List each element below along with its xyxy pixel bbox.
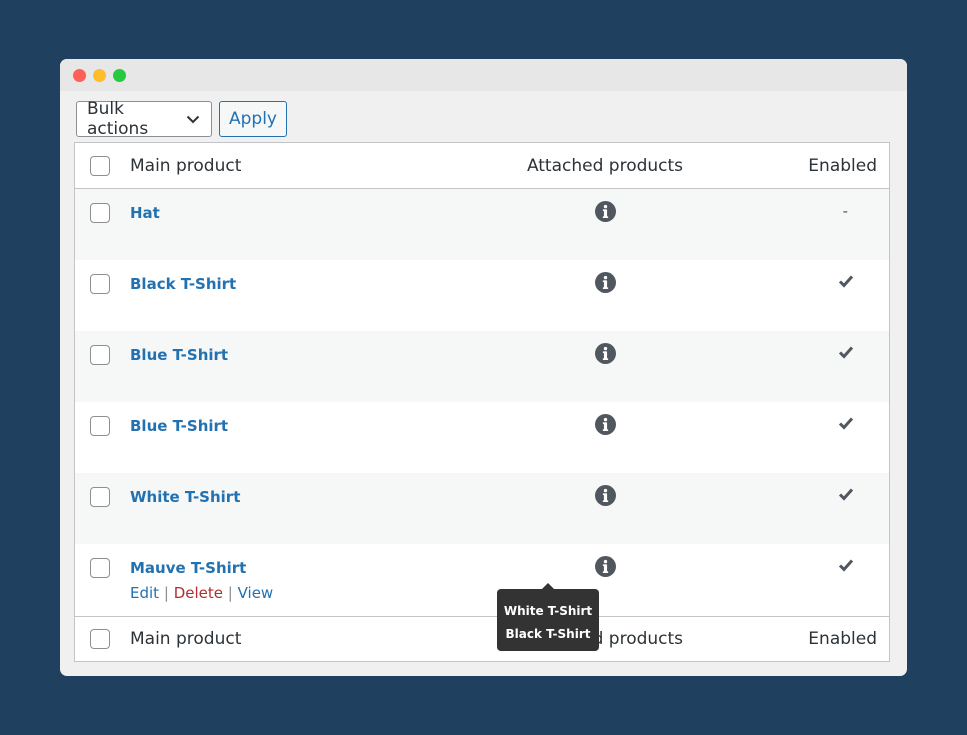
products-table: Main product Attached products Enabled H…	[74, 142, 890, 662]
footer-header-main-product[interactable]: Main product	[130, 629, 450, 649]
column-header-attached-products: Attached products	[526, 155, 684, 176]
select-all-checkbox-footer[interactable]	[90, 629, 110, 649]
tooltip-item: White T-Shirt	[503, 604, 593, 618]
product-name-link[interactable]: Black T-Shirt	[130, 275, 236, 293]
checkmark-icon	[838, 344, 854, 360]
product-name-link[interactable]: Mauve T-Shirt	[130, 559, 246, 577]
view-link[interactable]: View	[238, 584, 274, 602]
apply-button[interactable]: Apply	[219, 101, 287, 137]
row-actions: Edit | Delete | View	[130, 584, 450, 602]
chevron-down-icon	[186, 111, 201, 127]
product-name-link[interactable]: Hat	[130, 204, 160, 222]
checkmark-icon	[838, 415, 854, 431]
attached-products-tooltip: White T-Shirt Black T-Shirt	[497, 583, 599, 651]
table-header: Main product Attached products Enabled	[75, 143, 889, 189]
table-footer: Main product Attached products Enabled	[75, 616, 889, 661]
checkmark-icon	[838, 557, 854, 573]
info-icon[interactable]	[594, 556, 616, 577]
column-header-main-product[interactable]: Main product	[130, 156, 450, 176]
checkmark-icon	[838, 486, 854, 502]
row-checkbox[interactable]	[90, 487, 110, 507]
table-row: Blue T-Shirt	[75, 331, 889, 402]
enabled-cell: -	[760, 189, 889, 220]
bulk-actions-label: Bulk actions	[87, 99, 149, 139]
row-checkbox[interactable]	[90, 558, 110, 578]
row-checkbox[interactable]	[90, 203, 110, 223]
info-icon[interactable]	[594, 485, 616, 506]
column-header-enabled: Enabled	[808, 155, 877, 176]
table-row: Blue T-Shirt	[75, 402, 889, 473]
separator: |	[227, 584, 233, 602]
table-row: Hat -	[75, 189, 889, 260]
enabled-cell	[760, 260, 889, 289]
product-name-link[interactable]: Blue T-Shirt	[130, 417, 228, 435]
table-row: Black T-Shirt	[75, 260, 889, 331]
maximize-window-button[interactable]	[113, 69, 126, 82]
checkmark-icon	[838, 273, 854, 289]
info-icon[interactable]	[594, 414, 616, 435]
bulk-actions-select[interactable]: Bulk actions	[76, 99, 212, 139]
info-icon[interactable]	[594, 343, 616, 364]
app-window: Bulk actions Apply Main product Attached…	[60, 59, 907, 676]
enabled-cell	[760, 331, 889, 360]
row-checkbox[interactable]	[90, 274, 110, 294]
table-row: Mauve T-Shirt Edit | Delete | View	[75, 544, 889, 616]
product-name-link[interactable]: White T-Shirt	[130, 488, 240, 506]
enabled-cell	[760, 544, 889, 573]
tooltip-item: Black T-Shirt	[505, 627, 591, 641]
enabled-value: -	[842, 202, 848, 220]
footer-header-enabled: Enabled	[808, 629, 877, 649]
row-checkbox[interactable]	[90, 345, 110, 365]
minimize-window-button[interactable]	[93, 69, 106, 82]
select-all-checkbox[interactable]	[90, 155, 110, 176]
info-icon[interactable]	[594, 272, 616, 293]
info-icon[interactable]	[594, 201, 616, 222]
enabled-cell	[760, 402, 889, 431]
delete-link[interactable]: Delete	[174, 584, 223, 602]
edit-link[interactable]: Edit	[130, 584, 159, 602]
enabled-cell	[760, 473, 889, 502]
row-checkbox[interactable]	[90, 416, 110, 436]
separator: |	[163, 584, 169, 602]
product-name-link[interactable]: Blue T-Shirt	[130, 346, 228, 364]
title-bar	[60, 59, 907, 91]
table-row: White T-Shirt	[75, 473, 889, 544]
close-window-button[interactable]	[73, 69, 86, 82]
bulk-actions-toolbar: Bulk actions Apply	[76, 99, 287, 139]
